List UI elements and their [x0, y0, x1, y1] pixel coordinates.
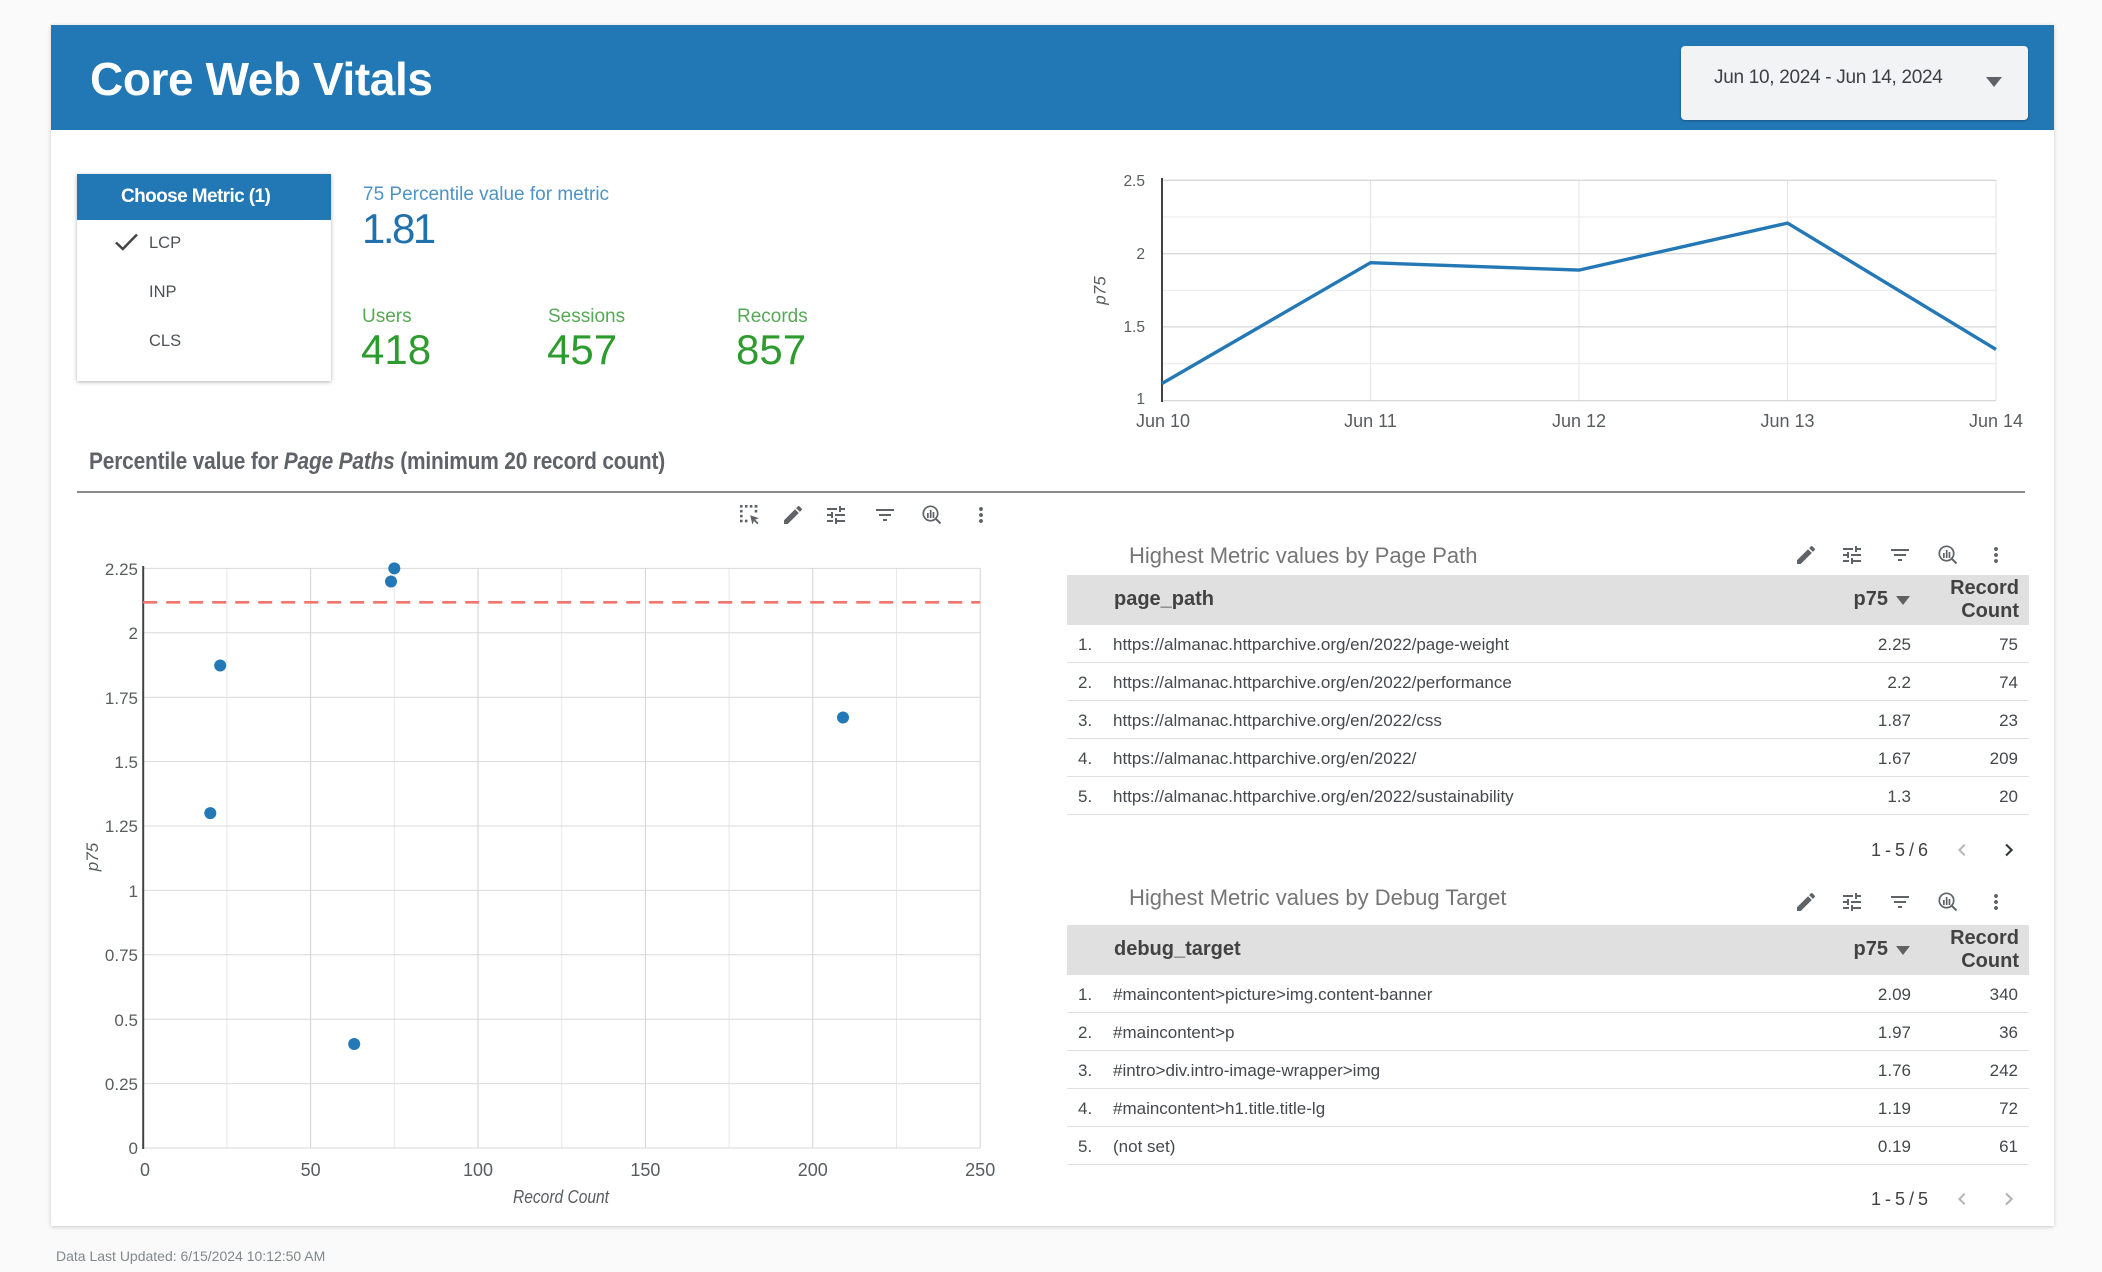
svg-text:1.25: 1.25	[105, 817, 138, 836]
svg-text:1.5: 1.5	[114, 753, 138, 772]
svg-text:100: 100	[463, 1160, 493, 1180]
svg-text:1: 1	[1136, 391, 1145, 408]
svg-text:0.5: 0.5	[114, 1011, 138, 1030]
svg-text:Record Count: Record Count	[513, 1186, 610, 1207]
svg-text:Jun 12: Jun 12	[1552, 411, 1606, 431]
svg-text:200: 200	[798, 1160, 828, 1180]
svg-text:50: 50	[301, 1160, 321, 1180]
svg-text:1: 1	[129, 882, 138, 901]
svg-text:0.75: 0.75	[105, 946, 138, 965]
svg-text:1.75: 1.75	[105, 689, 138, 708]
svg-text:0: 0	[129, 1139, 138, 1158]
svg-text:2: 2	[1136, 246, 1145, 263]
svg-text:150: 150	[630, 1160, 660, 1180]
svg-text:Jun 10: Jun 10	[1136, 411, 1190, 431]
svg-text:Jun 11: Jun 11	[1344, 411, 1397, 431]
svg-text:0.25: 0.25	[105, 1075, 138, 1094]
svg-text:Jun 14: Jun 14	[1969, 411, 2023, 431]
svg-text:250: 250	[965, 1160, 995, 1180]
svg-text:p75: p75	[1091, 276, 1110, 306]
svg-text:0: 0	[140, 1160, 150, 1180]
svg-text:p75: p75	[83, 842, 102, 872]
svg-text:2: 2	[129, 624, 138, 643]
svg-text:2.5: 2.5	[1123, 173, 1145, 190]
svg-text:1.5: 1.5	[1123, 319, 1145, 336]
svg-text:Jun 13: Jun 13	[1760, 411, 1814, 431]
svg-text:2.25: 2.25	[105, 560, 138, 579]
